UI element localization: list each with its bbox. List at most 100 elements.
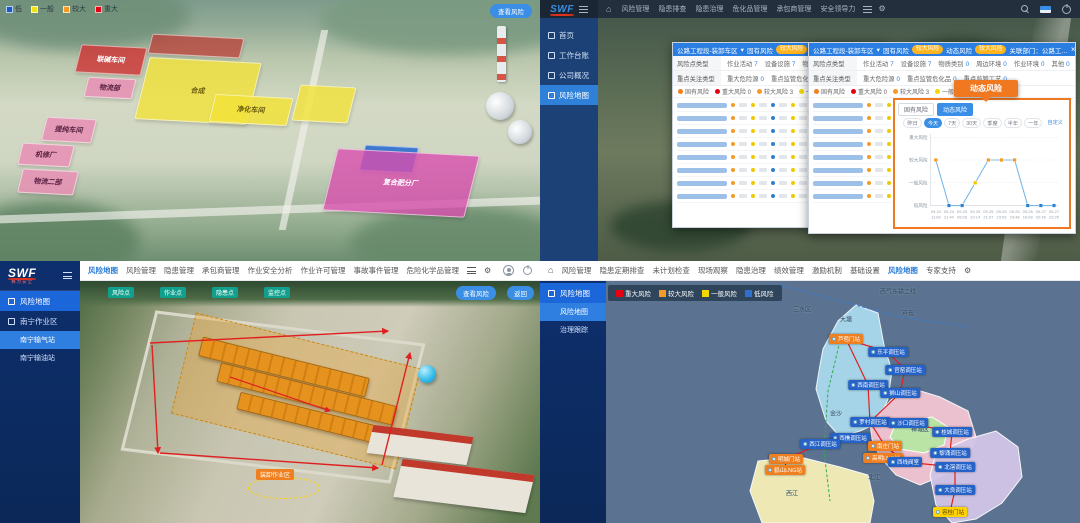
- more-menu-icon[interactable]: [863, 6, 872, 13]
- station-label[interactable]: 桂城调压站: [932, 427, 972, 437]
- map-button[interactable]: 查看风险: [456, 286, 496, 300]
- sidebar-item-station[interactable]: 南宁输油站: [0, 349, 80, 367]
- chart-tab[interactable]: 固有风险: [898, 103, 934, 116]
- station-label[interactable]: 西线阀室: [888, 457, 922, 467]
- info-cell-value[interactable]: 0: [1003, 61, 1007, 68]
- nav-item[interactable]: 风险管理: [561, 265, 591, 276]
- info-cell-value[interactable]: 0: [1041, 61, 1045, 68]
- sidebar-item-station[interactable]: 南宁输气站: [0, 331, 80, 349]
- work-zone-label[interactable]: 装卸作业区: [256, 469, 294, 480]
- chart-range-button[interactable]: 半年: [1004, 118, 1022, 128]
- station-label[interactable]: 明城门站: [769, 454, 803, 464]
- risk-list-row[interactable]: [813, 112, 891, 125]
- nav-item[interactable]: 危化品管理: [732, 4, 767, 14]
- more-menu-icon[interactable]: [467, 267, 476, 274]
- station-label[interactable]: 狮山调压站: [880, 388, 920, 398]
- station-label[interactable]: 黎涌调压站: [930, 448, 970, 458]
- station-label[interactable]: 鹤山LNG站: [765, 465, 805, 475]
- nav-item[interactable]: 专家支持: [926, 265, 956, 276]
- sidebar-item[interactable]: 风险地图: [540, 85, 598, 105]
- close-icon[interactable]: ×: [1071, 45, 1075, 54]
- risk-list-row[interactable]: [813, 138, 891, 151]
- nav-item[interactable]: 风险地图: [88, 265, 118, 276]
- station-label[interactable]: 大良调压站: [935, 485, 975, 495]
- nav-item[interactable]: 绩效管理: [774, 265, 804, 276]
- nav-item[interactable]: 隐患治理: [695, 4, 723, 14]
- chart-range-button[interactable]: 自定义: [1044, 118, 1066, 128]
- info-cell-value[interactable]: 7: [890, 61, 894, 68]
- info-cell-value[interactable]: 7: [928, 61, 932, 68]
- language-icon[interactable]: [1040, 6, 1051, 13]
- nav-item[interactable]: 安全领导力: [820, 4, 855, 14]
- window-title[interactable]: 公路工程段-装卸车区: [813, 45, 874, 55]
- nav-item[interactable]: 作业安全分析: [248, 265, 293, 276]
- info-cell-value[interactable]: 0: [966, 61, 970, 68]
- caret-down-icon[interactable]: ▾: [741, 46, 744, 54]
- station-label[interactable]: 乐平调压站: [868, 347, 908, 357]
- nav-item[interactable]: 隐患治理: [736, 265, 766, 276]
- station-label[interactable]: 北滘调压站: [935, 462, 975, 472]
- sidebar-item[interactable]: 首页: [540, 25, 598, 45]
- nav-item[interactable]: 作业许可管理: [301, 265, 346, 276]
- info-cell-value[interactable]: 7: [754, 61, 758, 68]
- info-cell-value[interactable]: 0: [1066, 61, 1070, 68]
- caret-down-icon[interactable]: ▾: [877, 46, 880, 54]
- risk-list-row[interactable]: [813, 164, 891, 177]
- station-label[interactable]: 芦苞门站: [829, 334, 863, 344]
- risk-list-row[interactable]: [813, 99, 891, 112]
- station-label[interactable]: 南庄门站: [868, 441, 902, 451]
- sidebar-group-risk-map[interactable]: 风险地图: [0, 291, 80, 311]
- nav-item[interactable]: 隐患排查: [658, 4, 686, 14]
- chart-range-button[interactable]: 7天: [944, 118, 960, 128]
- power-icon[interactable]: [1062, 5, 1071, 14]
- sidebar-item-area[interactable]: 南宁作业区: [0, 311, 80, 331]
- risk-list-row[interactable]: [813, 177, 891, 190]
- chart-range-button[interactable]: 一年: [1024, 118, 1042, 128]
- station-label[interactable]: 罗村调压站: [850, 417, 890, 427]
- gear-icon[interactable]: ⚙: [964, 267, 971, 275]
- risk-list-row[interactable]: [813, 190, 891, 203]
- sidebar-collapse-icon[interactable]: [63, 272, 72, 279]
- nav-item[interactable]: 风险管理: [126, 265, 156, 276]
- nav-item[interactable]: 激励机制: [812, 265, 842, 276]
- power-icon[interactable]: [523, 266, 532, 275]
- info-cell-value[interactable]: 0: [760, 76, 764, 83]
- nav-item[interactable]: 基础设置: [850, 265, 880, 276]
- sidebar-item[interactable]: 风险地图: [540, 303, 606, 321]
- chart-tab[interactable]: 动态风险: [937, 103, 973, 116]
- nav-item[interactable]: 承包商管理: [776, 4, 811, 14]
- window-title[interactable]: 公路工程段-装卸车区: [677, 45, 738, 55]
- home-icon[interactable]: ⌂: [548, 266, 553, 275]
- gear-icon[interactable]: ⚙: [878, 5, 885, 13]
- map-point-chip[interactable]: 监控点: [264, 287, 290, 298]
- nav-item[interactable]: 隐患管理: [164, 265, 194, 276]
- home-icon[interactable]: ⌂: [606, 5, 611, 14]
- gear-icon[interactable]: ⚙: [484, 267, 491, 275]
- station-label[interactable]: 沙口调压站: [888, 418, 928, 428]
- nav-item[interactable]: 现场观察: [698, 265, 728, 276]
- nav-item[interactable]: 承包商管理: [202, 265, 240, 276]
- nav-item[interactable]: 风险管理: [621, 4, 649, 14]
- info-cell-value[interactable]: 0: [896, 76, 900, 83]
- chart-range-button[interactable]: 昨日: [903, 118, 921, 128]
- station-label[interactable]: 官窑调压站: [885, 365, 925, 375]
- avatar-icon[interactable]: [503, 265, 514, 276]
- sidebar-item[interactable]: 工作台账: [540, 45, 598, 65]
- nav-item[interactable]: 未计划检查: [652, 265, 690, 276]
- search-icon[interactable]: [1021, 5, 1029, 14]
- map-point-chip[interactable]: 风险点: [108, 287, 134, 298]
- view-risk-button[interactable]: 查看风险: [490, 4, 532, 18]
- nav-item[interactable]: 事故事件管理: [354, 265, 399, 276]
- info-cell-value[interactable]: 7: [792, 61, 796, 68]
- nav-item[interactable]: 危险化学品管理: [407, 265, 460, 276]
- map-button[interactable]: 返回: [507, 286, 534, 300]
- chart-range-button[interactable]: 今天: [924, 118, 942, 128]
- station-label[interactable]: 西江调压站: [800, 439, 840, 449]
- sidebar-item[interactable]: 风险地图: [540, 283, 606, 303]
- map-point-chip[interactable]: 作业点: [160, 287, 186, 298]
- chart-range-button[interactable]: 30天: [962, 118, 981, 128]
- risk-list-row[interactable]: [813, 151, 891, 164]
- nav-item[interactable]: 隐患定期排查: [599, 265, 644, 276]
- chart-range-button[interactable]: 季度: [983, 118, 1001, 128]
- menu-icon[interactable]: [579, 6, 588, 13]
